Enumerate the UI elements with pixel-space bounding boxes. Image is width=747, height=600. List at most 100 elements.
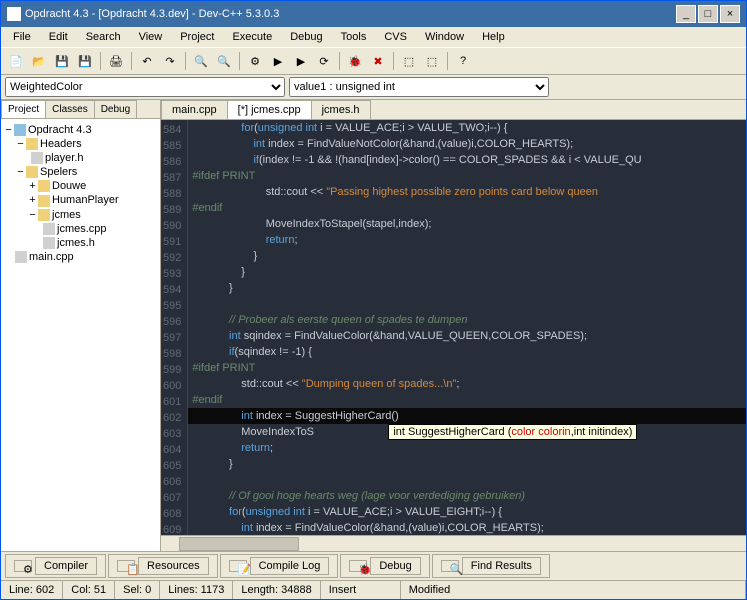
menu-search[interactable]: Search [78, 29, 129, 45]
tree-folder-spelers[interactable]: Spelers [40, 166, 77, 178]
tab-icon: 🐞 [349, 560, 367, 572]
debug-icon[interactable]: 🐞 [344, 50, 366, 72]
menu-window[interactable]: Window [417, 29, 472, 45]
compile-icon[interactable]: ⚙ [244, 50, 266, 72]
code-line[interactable]: } [188, 456, 746, 472]
code-line[interactable] [188, 472, 746, 488]
code-line[interactable]: // Probeer als eerste queen of spades te… [188, 312, 746, 328]
menu-view[interactable]: View [131, 29, 171, 45]
undo-icon[interactable]: ↶ [136, 50, 158, 72]
print-icon[interactable]: 🖨 [105, 50, 127, 72]
tree-file[interactable]: player.h [45, 152, 84, 164]
code-line[interactable]: #endif [188, 392, 746, 408]
compilerun-icon[interactable]: ▶ [290, 50, 312, 72]
code-line[interactable]: return; [188, 440, 746, 456]
file-tab[interactable]: main.cpp [161, 100, 228, 119]
run-icon[interactable]: ▶ [267, 50, 289, 72]
close-button[interactable]: × [720, 5, 740, 23]
bottom-tab-compiler[interactable]: ⚙Compiler [5, 554, 106, 578]
tree-file[interactable]: jcmes.cpp [57, 223, 107, 235]
code-line[interactable]: #ifdef PRINT [188, 360, 746, 376]
scrollbar-thumb[interactable] [179, 537, 299, 551]
left-tab-classes[interactable]: Classes [45, 100, 95, 118]
code-editor[interactable]: 5845855865875885895905915925935945955965… [161, 120, 746, 535]
menubar: FileEditSearchViewProjectExecuteDebugToo… [1, 27, 746, 47]
class-browser-bar: WeightedColor value1 : unsigned int [1, 75, 746, 100]
file-tab[interactable]: jcmes.h [311, 100, 371, 119]
file-tab[interactable]: [*] jcmes.cpp [227, 100, 312, 119]
code-line[interactable]: if(index != -1 && !(hand[index]->color()… [188, 152, 746, 168]
menu-project[interactable]: Project [172, 29, 222, 45]
status-length: Length: 34888 [233, 581, 320, 599]
code-line[interactable]: int index = FindValueNotColor(&hand,(val… [188, 136, 746, 152]
code-line[interactable]: std::cout << "Passing highest possible z… [188, 184, 746, 200]
status-modified: Modified [401, 581, 746, 599]
menu-edit[interactable]: Edit [41, 29, 76, 45]
code-line[interactable]: MoveIndexToStapel(stapel,index); [188, 216, 746, 232]
redo-icon[interactable]: ↷ [159, 50, 181, 72]
tree-folder[interactable]: HumanPlayer [52, 194, 119, 206]
bottom-tab-debug[interactable]: 🐞Debug [340, 554, 429, 578]
bottom-tab-compile-log[interactable]: 📝Compile Log [220, 554, 339, 578]
code-line[interactable]: #endif [188, 200, 746, 216]
rebuild-icon[interactable]: ⟳ [313, 50, 335, 72]
open-icon[interactable]: 📂 [28, 50, 50, 72]
menu-execute[interactable]: Execute [224, 29, 280, 45]
left-tabs: ProjectClassesDebug [1, 100, 160, 119]
minimize-button[interactable]: _ [676, 5, 696, 23]
bottom-tab-resources[interactable]: 📋Resources [108, 554, 218, 578]
tree-file[interactable]: jcmes.h [57, 237, 95, 249]
left-tab-project[interactable]: Project [1, 100, 46, 118]
save-icon[interactable]: 💾 [51, 50, 73, 72]
param-tooltip: int SuggestHigherCard (color colorin,int… [388, 424, 637, 440]
menu-help[interactable]: Help [474, 29, 513, 45]
left-tab-debug[interactable]: Debug [94, 100, 137, 118]
code-line[interactable]: return; [188, 232, 746, 248]
code-line[interactable]: for(unsigned int i = VALUE_ACE;i > VALUE… [188, 504, 746, 520]
code-line[interactable]: int index = SuggestHigherCard() [188, 408, 746, 424]
code-line[interactable]: } [188, 248, 746, 264]
bottom-tabs: ⚙Compiler📋Resources📝Compile Log🐞Debug🔍Fi… [1, 551, 746, 580]
options-icon[interactable]: ⬚ [421, 50, 443, 72]
class-combo[interactable]: WeightedColor [5, 77, 285, 97]
toolbar-main: 📄 📂 💾 💾 🖨 ↶ ↷ 🔍 🔍 ⚙ ▶ ▶ ⟳ 🐞 ✖ ⬚ ⬚ ? [1, 47, 746, 75]
tree-project[interactable]: Opdracht 4.3 [28, 124, 92, 136]
code-line[interactable]: if(sqindex != -1) { [188, 344, 746, 360]
tab-icon: 📝 [229, 560, 247, 572]
code-area[interactable]: for(unsigned int i = VALUE_ACE;i > VALUE… [188, 120, 746, 535]
tree-folder-headers[interactable]: Headers [40, 138, 82, 150]
code-line[interactable]: } [188, 280, 746, 296]
saveall-icon[interactable]: 💾 [74, 50, 96, 72]
help-icon[interactable]: ? [452, 50, 474, 72]
tab-icon: 🔍 [441, 560, 459, 572]
maximize-button[interactable]: □ [698, 5, 718, 23]
tree-folder[interactable]: jcmes [52, 209, 81, 221]
menu-cvs[interactable]: CVS [376, 29, 415, 45]
menu-debug[interactable]: Debug [282, 29, 330, 45]
statusbar: Line: 602 Col: 51 Sel: 0 Lines: 1173 Len… [1, 580, 746, 599]
horizontal-scrollbar[interactable] [161, 535, 746, 551]
stop-icon[interactable]: ✖ [367, 50, 389, 72]
tab-icon: 📋 [117, 560, 135, 572]
code-line[interactable] [188, 296, 746, 312]
profile-icon[interactable]: ⬚ [398, 50, 420, 72]
app-icon [7, 7, 21, 21]
code-line[interactable]: std::cout << "Dumping queen of spades...… [188, 376, 746, 392]
code-line[interactable]: int sqindex = FindValueColor(&hand,VALUE… [188, 328, 746, 344]
find-icon[interactable]: 🔍 [190, 50, 212, 72]
tab-icon: ⚙ [14, 560, 32, 572]
menu-tools[interactable]: Tools [333, 29, 375, 45]
code-line[interactable]: } [188, 264, 746, 280]
tree-folder[interactable]: Douwe [52, 180, 86, 192]
member-combo[interactable]: value1 : unsigned int [289, 77, 549, 97]
code-line[interactable]: int index = FindValueColor(&hand,(value)… [188, 520, 746, 535]
replace-icon[interactable]: 🔍 [213, 50, 235, 72]
tree-file[interactable]: main.cpp [29, 251, 74, 263]
project-tree[interactable]: −Opdracht 4.3 −Headers player.h −Spelers… [1, 119, 160, 551]
new-icon[interactable]: 📄 [5, 50, 27, 72]
code-line[interactable]: for(unsigned int i = VALUE_ACE;i > VALUE… [188, 120, 746, 136]
menu-file[interactable]: File [5, 29, 39, 45]
code-line[interactable]: #ifdef PRINT [188, 168, 746, 184]
bottom-tab-find-results[interactable]: 🔍Find Results [432, 554, 550, 578]
code-line[interactable]: // Of gooi hoge hearts weg (lage voor ve… [188, 488, 746, 504]
